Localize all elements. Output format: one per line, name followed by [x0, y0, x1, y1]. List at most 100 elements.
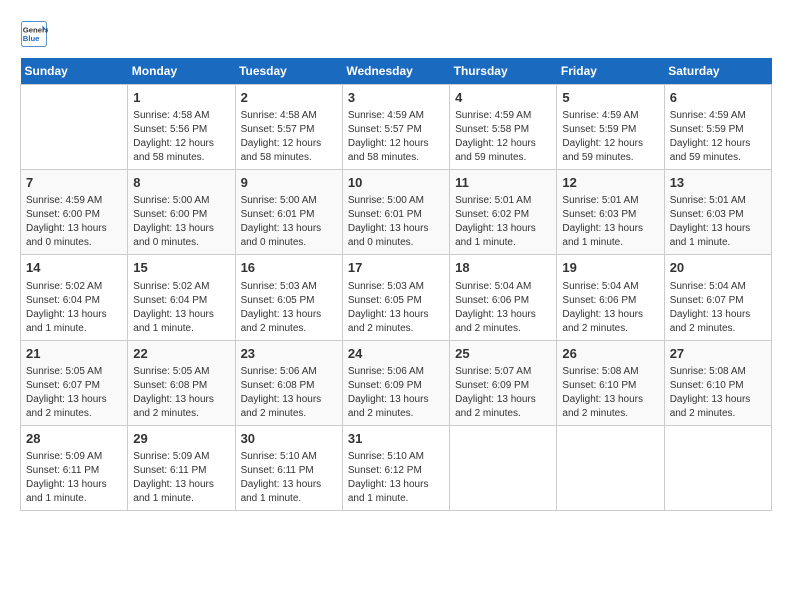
day-info: Sunrise: 4:58 AM Sunset: 5:57 PM Dayligh… [241, 109, 337, 165]
calendar-cell [557, 425, 664, 510]
svg-text:General: General [23, 26, 48, 35]
calendar-cell: 5 Sunrise: 4:59 AM Sunset: 5:59 PM Daylig… [557, 85, 664, 170]
calendar-cell: 16 Sunrise: 5:03 AM Sunset: 6:05 PM Dayli… [235, 255, 342, 340]
logo-icon: General Blue [20, 20, 48, 48]
day-number: 17 [348, 259, 444, 277]
day-number: 12 [562, 174, 658, 192]
calendar-cell: 23 Sunrise: 5:06 AM Sunset: 6:08 PM Dayli… [235, 340, 342, 425]
day-info: Sunrise: 5:00 AM Sunset: 6:01 PM Dayligh… [241, 194, 337, 250]
calendar-cell: 12 Sunrise: 5:01 AM Sunset: 6:03 PM Dayli… [557, 170, 664, 255]
day-info: Sunrise: 4:59 AM Sunset: 5:59 PM Dayligh… [670, 109, 766, 165]
day-number: 15 [133, 259, 229, 277]
day-number: 7 [26, 174, 122, 192]
day-info: Sunrise: 5:06 AM Sunset: 6:08 PM Dayligh… [241, 365, 337, 421]
day-number: 24 [348, 345, 444, 363]
day-info: Sunrise: 5:05 AM Sunset: 6:07 PM Dayligh… [26, 365, 122, 421]
day-info: Sunrise: 5:00 AM Sunset: 6:00 PM Dayligh… [133, 194, 229, 250]
calendar-cell: 22Sunrise: 5:05 AM Sunset: 6:08 PM Dayli… [128, 340, 235, 425]
week-row-2: 7 Sunrise: 4:59 AM Sunset: 6:00 PM Daylig… [21, 170, 772, 255]
day-number: 10 [348, 174, 444, 192]
calendar-cell: 17 Sunrise: 5:03 AM Sunset: 6:05 PM Dayli… [342, 255, 449, 340]
calendar-cell: 4 Sunrise: 4:59 AM Sunset: 5:58 PM Daylig… [450, 85, 557, 170]
day-info: Sunrise: 4:59 AM Sunset: 5:59 PM Dayligh… [562, 109, 658, 165]
day-info: Sunrise: 5:09 AM Sunset: 6:11 PM Dayligh… [26, 450, 122, 506]
calendar-cell: 30 Sunrise: 5:10 AM Sunset: 6:11 PM Dayli… [235, 425, 342, 510]
day-number: 1 [133, 89, 229, 107]
day-number: 4 [455, 89, 551, 107]
svg-text:Blue: Blue [23, 34, 40, 43]
day-number: 21 [26, 345, 122, 363]
calendar-cell: 20Sunrise: 5:04 AM Sunset: 6:07 PM Dayli… [664, 255, 771, 340]
day-number: 30 [241, 430, 337, 448]
day-info: Sunrise: 5:04 AM Sunset: 6:06 PM Dayligh… [562, 280, 658, 336]
day-info: Sunrise: 5:01 AM Sunset: 6:03 PM Dayligh… [562, 194, 658, 250]
calendar-cell: 11 Sunrise: 5:01 AM Sunset: 6:02 PM Dayli… [450, 170, 557, 255]
day-info: Sunrise: 5:01 AM Sunset: 6:02 PM Dayligh… [455, 194, 551, 250]
calendar-cell: 31 Sunrise: 5:10 AM Sunset: 6:12 PM Dayli… [342, 425, 449, 510]
calendar-cell: 24 Sunrise: 5:06 AM Sunset: 6:09 PM Dayli… [342, 340, 449, 425]
week-row-1: 1 Sunrise: 4:58 AM Sunset: 5:56 PM Daylig… [21, 85, 772, 170]
logo: General Blue [20, 20, 52, 48]
calendar-cell: 26Sunrise: 5:08 AM Sunset: 6:10 PM Dayli… [557, 340, 664, 425]
day-info: Sunrise: 5:10 AM Sunset: 6:11 PM Dayligh… [241, 450, 337, 506]
calendar-cell: 13 Sunrise: 5:01 AM Sunset: 6:03 PM Dayli… [664, 170, 771, 255]
calendar-cell: 19 Sunrise: 5:04 AM Sunset: 6:06 PM Dayli… [557, 255, 664, 340]
calendar-cell: 7 Sunrise: 4:59 AM Sunset: 6:00 PM Daylig… [21, 170, 128, 255]
calendar-cell [21, 85, 128, 170]
header-row: SundayMondayTuesdayWednesdayThursdayFrid… [21, 58, 772, 85]
day-number: 31 [348, 430, 444, 448]
day-info: Sunrise: 5:00 AM Sunset: 6:01 PM Dayligh… [348, 194, 444, 250]
day-number: 2 [241, 89, 337, 107]
day-number: 13 [670, 174, 766, 192]
day-info: Sunrise: 5:04 AM Sunset: 6:07 PM Dayligh… [670, 280, 766, 336]
day-number: 16 [241, 259, 337, 277]
day-number: 14 [26, 259, 122, 277]
header-tuesday: Tuesday [235, 58, 342, 85]
header-monday: Monday [128, 58, 235, 85]
week-row-3: 14 Sunrise: 5:02 AM Sunset: 6:04 PM Dayli… [21, 255, 772, 340]
day-info: Sunrise: 5:02 AM Sunset: 6:04 PM Dayligh… [133, 280, 229, 336]
day-number: 8 [133, 174, 229, 192]
calendar-cell: 1 Sunrise: 4:58 AM Sunset: 5:56 PM Daylig… [128, 85, 235, 170]
week-row-5: 28 Sunrise: 5:09 AM Sunset: 6:11 PM Dayli… [21, 425, 772, 510]
header-friday: Friday [557, 58, 664, 85]
calendar-cell: 14Sunrise: 5:02 AM Sunset: 6:04 PM Dayli… [21, 255, 128, 340]
day-number: 18 [455, 259, 551, 277]
calendar-cell [450, 425, 557, 510]
day-info: Sunrise: 5:07 AM Sunset: 6:09 PM Dayligh… [455, 365, 551, 421]
day-number: 28 [26, 430, 122, 448]
day-number: 27 [670, 345, 766, 363]
calendar-table: SundayMondayTuesdayWednesdayThursdayFrid… [20, 58, 772, 511]
day-info: Sunrise: 5:06 AM Sunset: 6:09 PM Dayligh… [348, 365, 444, 421]
day-number: 3 [348, 89, 444, 107]
header-saturday: Saturday [664, 58, 771, 85]
calendar-cell: 2 Sunrise: 4:58 AM Sunset: 5:57 PM Daylig… [235, 85, 342, 170]
day-info: Sunrise: 5:09 AM Sunset: 6:11 PM Dayligh… [133, 450, 229, 506]
header-wednesday: Wednesday [342, 58, 449, 85]
day-number: 22 [133, 345, 229, 363]
day-info: Sunrise: 5:03 AM Sunset: 6:05 PM Dayligh… [348, 280, 444, 336]
calendar-cell: 28 Sunrise: 5:09 AM Sunset: 6:11 PM Dayli… [21, 425, 128, 510]
page-header: General Blue [20, 20, 772, 48]
calendar-cell: 18 Sunrise: 5:04 AM Sunset: 6:06 PM Dayli… [450, 255, 557, 340]
day-info: Sunrise: 4:58 AM Sunset: 5:56 PM Dayligh… [133, 109, 229, 165]
calendar-cell: 10 Sunrise: 5:00 AM Sunset: 6:01 PM Dayli… [342, 170, 449, 255]
calendar-cell: 8 Sunrise: 5:00 AM Sunset: 6:00 PM Daylig… [128, 170, 235, 255]
day-info: Sunrise: 5:10 AM Sunset: 6:12 PM Dayligh… [348, 450, 444, 506]
day-info: Sunrise: 4:59 AM Sunset: 5:58 PM Dayligh… [455, 109, 551, 165]
header-thursday: Thursday [450, 58, 557, 85]
day-info: Sunrise: 4:59 AM Sunset: 5:57 PM Dayligh… [348, 109, 444, 165]
day-number: 23 [241, 345, 337, 363]
day-number: 5 [562, 89, 658, 107]
day-info: Sunrise: 4:59 AM Sunset: 6:00 PM Dayligh… [26, 194, 122, 250]
header-sunday: Sunday [21, 58, 128, 85]
day-number: 11 [455, 174, 551, 192]
day-info: Sunrise: 5:01 AM Sunset: 6:03 PM Dayligh… [670, 194, 766, 250]
calendar-cell: 29 Sunrise: 5:09 AM Sunset: 6:11 PM Dayli… [128, 425, 235, 510]
day-number: 19 [562, 259, 658, 277]
day-info: Sunrise: 5:04 AM Sunset: 6:06 PM Dayligh… [455, 280, 551, 336]
calendar-cell: 25Sunrise: 5:07 AM Sunset: 6:09 PM Dayli… [450, 340, 557, 425]
day-number: 6 [670, 89, 766, 107]
day-info: Sunrise: 5:03 AM Sunset: 6:05 PM Dayligh… [241, 280, 337, 336]
day-number: 29 [133, 430, 229, 448]
